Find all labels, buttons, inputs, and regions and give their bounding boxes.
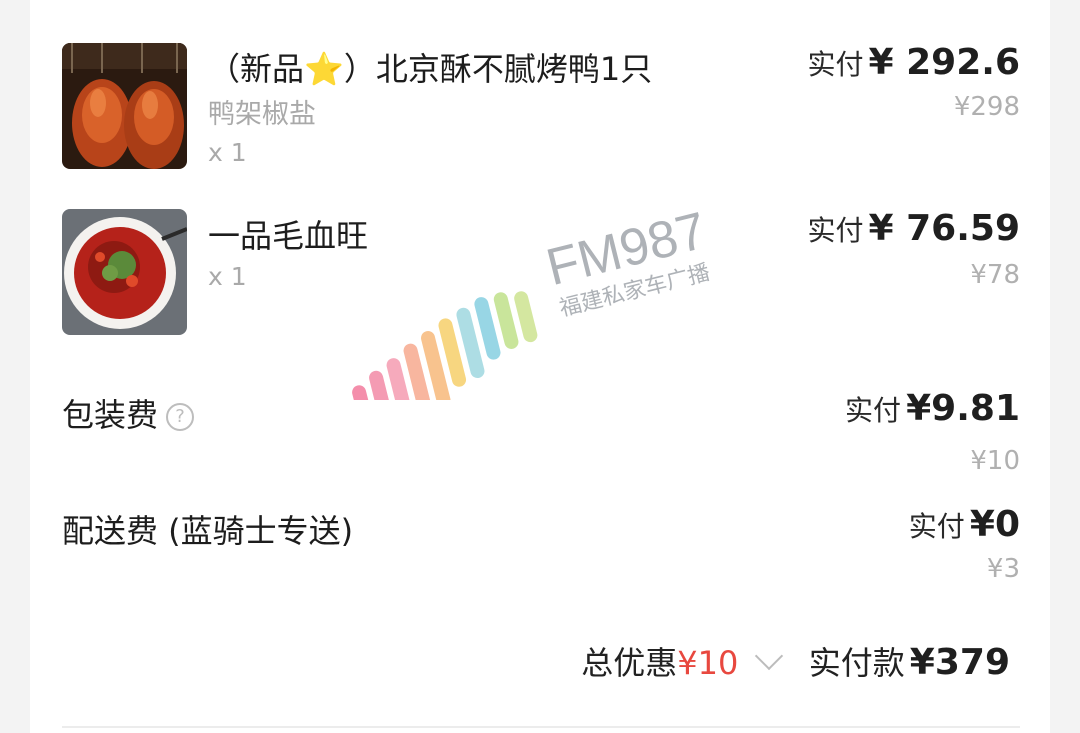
- pay-label: 实付: [807, 214, 864, 247]
- pay-amount: ¥ 292.6: [868, 42, 1020, 83]
- maoxuewang-image[interactable]: [62, 209, 187, 335]
- pay-amount: ¥0: [969, 504, 1020, 545]
- discount-label: 总优惠: [581, 644, 678, 682]
- question-circle-icon[interactable]: ?: [166, 403, 195, 431]
- summary-row: 总优惠¥10 实付款 ¥379: [581, 638, 1010, 684]
- item-spec: 鸭架椒盐: [208, 99, 316, 130]
- original-price: ¥78: [970, 260, 1020, 290]
- original-price: ¥3: [986, 554, 1020, 584]
- item-pay: 实付 ¥ 76.59: [807, 208, 1020, 249]
- divider: [62, 726, 1020, 728]
- original-price: ¥10: [970, 446, 1020, 476]
- pay-label: 实付: [908, 510, 965, 543]
- item-pay: 实付 ¥ 292.6: [807, 42, 1020, 83]
- chevron-down-icon[interactable]: [754, 641, 783, 671]
- delivery-fee-label: 配送费 (蓝骑士专送): [62, 512, 354, 550]
- item-quantity: x 1: [208, 138, 247, 167]
- packaging-pay: 实付 ¥9.81: [845, 388, 1020, 429]
- packaging-fee-row: 包装费?: [62, 390, 195, 436]
- original-price: ¥298: [953, 92, 1020, 122]
- pay-amount: ¥9.81: [906, 388, 1020, 429]
- discount-value: ¥10: [677, 644, 739, 682]
- pay-amount: ¥ 76.59: [868, 208, 1020, 249]
- roast-duck-image[interactable]: [62, 43, 187, 169]
- packaging-fee-label: 包装费: [62, 396, 159, 434]
- item-quantity: x 1: [208, 262, 247, 291]
- discount-toggle[interactable]: 总优惠¥10: [581, 641, 808, 682]
- pay-label: 实付: [845, 394, 902, 427]
- total-value: ¥379: [909, 642, 1010, 683]
- item-title[interactable]: 一品毛血旺: [208, 211, 368, 257]
- delivery-pay: 实付 ¥0: [909, 504, 1020, 545]
- item-title[interactable]: （新品⭐）北京酥不腻烤鸭1只: [208, 44, 652, 90]
- pay-label: 实付: [807, 48, 864, 81]
- total-label: 实付款: [808, 644, 905, 682]
